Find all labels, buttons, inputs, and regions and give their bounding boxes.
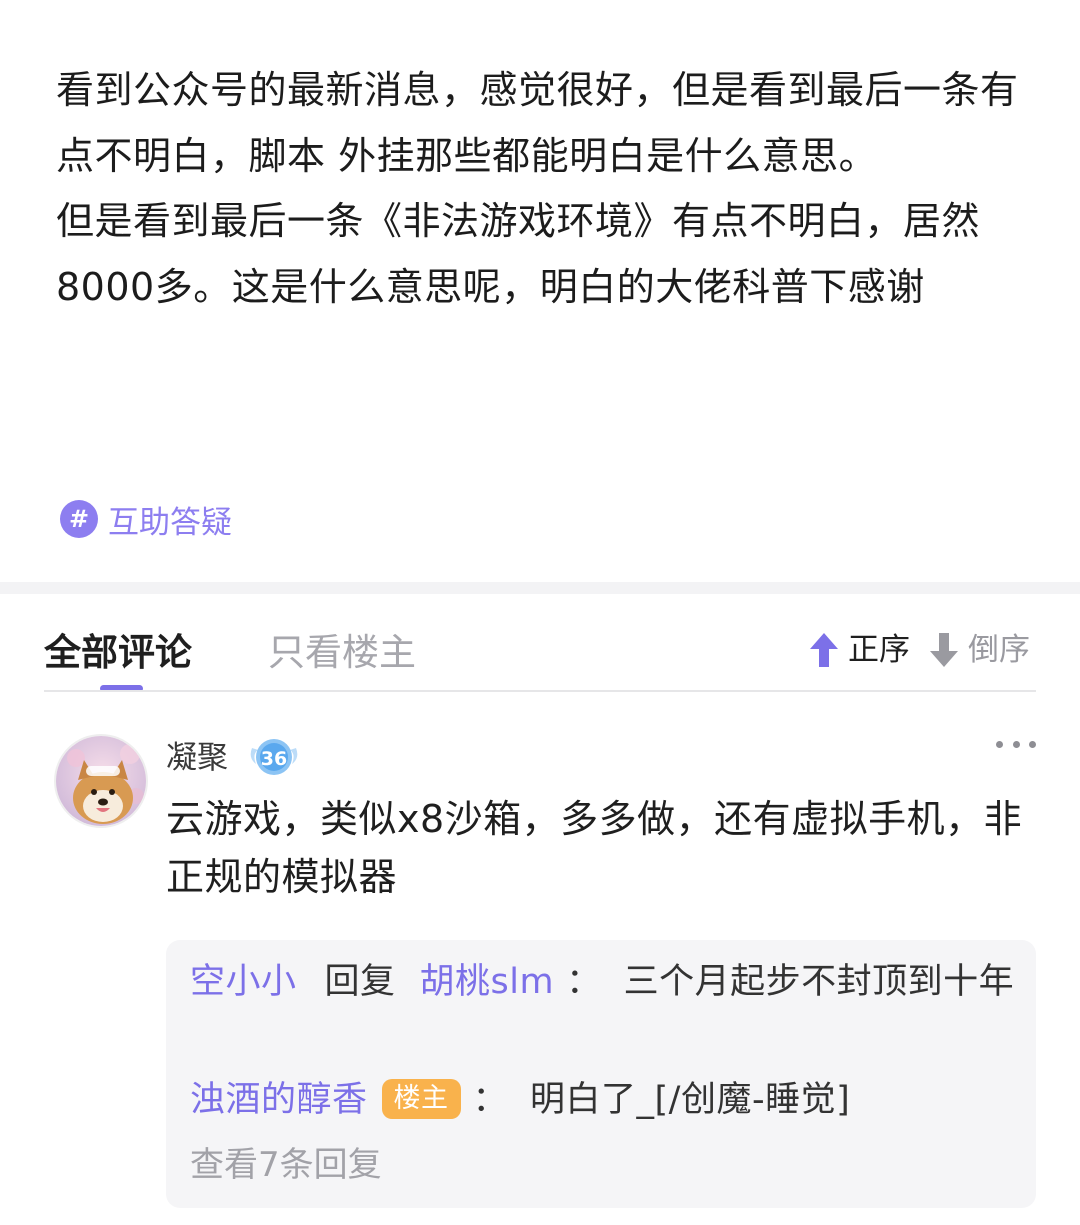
reply-colon: ： xyxy=(566,962,602,1002)
reply-from-user[interactable]: 浊酒的醇香 xyxy=(190,1080,368,1120)
comment-text: 云游戏，类似x8沙箱，多多做，还有虚拟手机，非正规的模拟器 xyxy=(166,797,1023,899)
more-dots-icon xyxy=(996,740,1003,748)
reply-to-user[interactable]: 胡桃slm xyxy=(420,962,555,1002)
post-paragraph-1: 看到公众号的最新消息，感觉很好，但是看到最后一条有点不明白，脚本 外挂那些都能明… xyxy=(56,68,1019,178)
comment-item: 凝聚 36 云游戏，类似x8沙箱，多多做，还有虚拟手机，非正规的模拟器 空小小回… xyxy=(0,694,1080,1225)
sort-ascending-button[interactable]: 正序 xyxy=(806,630,910,670)
reply-from-user[interactable]: 空小小 xyxy=(190,962,297,1002)
reply-text: 明白了_[/创魔-睡觉] xyxy=(530,1080,851,1120)
avatar[interactable] xyxy=(54,734,148,828)
section-divider xyxy=(0,582,1080,594)
reply-item: 浊酒的醇香 楼主 ： 明白了_[/创魔-睡觉] xyxy=(190,1074,1020,1127)
sort-ascending-label: 正序 xyxy=(848,632,910,668)
post-content: 看到公众号的最新消息，感觉很好，但是看到最后一条有点不明白，脚本 外挂那些都能明… xyxy=(0,0,1080,582)
reply-item: 空小小 回复 胡桃slm ： 三个月起步不封顶到十年 xyxy=(190,956,1020,1009)
arrow-up-icon xyxy=(810,633,838,667)
comment-user-name[interactable]: 凝聚 xyxy=(166,738,228,778)
comment-tabs: 全部评论 只看楼主 正序 倒序 xyxy=(0,594,1080,692)
tab-all-comments[interactable]: 全部评论 xyxy=(44,630,192,676)
view-more-replies-link[interactable]: 查看7条回复 xyxy=(190,1140,382,1190)
topic-tag-label: 互助答疑 xyxy=(108,504,232,541)
tab-owner-only[interactable]: 只看楼主 xyxy=(268,630,416,676)
hashtag-icon: # xyxy=(60,500,98,538)
more-options-button[interactable] xyxy=(996,734,1036,754)
post-paragraph-2: 但是看到最后一条《非法游戏环境》有点不明白，居然8000多。这是什么意思呢，明白… xyxy=(56,199,981,309)
sort-descending-button[interactable]: 倒序 xyxy=(926,630,1030,670)
level-badge-icon: 36 xyxy=(250,739,298,775)
reply-text: 三个月起步不封顶到十年 xyxy=(623,962,1015,1002)
avatar-image xyxy=(56,736,146,826)
level-number: 36 xyxy=(261,748,287,770)
owner-badge: 楼主 xyxy=(381,1079,461,1119)
topic-tag[interactable]: # 互助答疑 xyxy=(60,498,232,541)
arrow-down-icon xyxy=(930,633,958,667)
reply-preview-box[interactable]: 空小小 回复 胡桃slm ： 三个月起步不封顶到十年 浊酒的醇香 楼主 ： 明白了_[/创魔-… xyxy=(166,940,1036,1208)
sort-descending-label: 倒序 xyxy=(968,632,1030,668)
reply-word: 回复 xyxy=(324,962,396,1002)
tabs-underline xyxy=(44,690,1036,692)
reply-colon: ： xyxy=(472,1080,509,1120)
post-body: 看到公众号的最新消息，感觉很好，但是看到最后一条有点不明白，脚本 外挂那些都能明… xyxy=(56,58,1036,320)
